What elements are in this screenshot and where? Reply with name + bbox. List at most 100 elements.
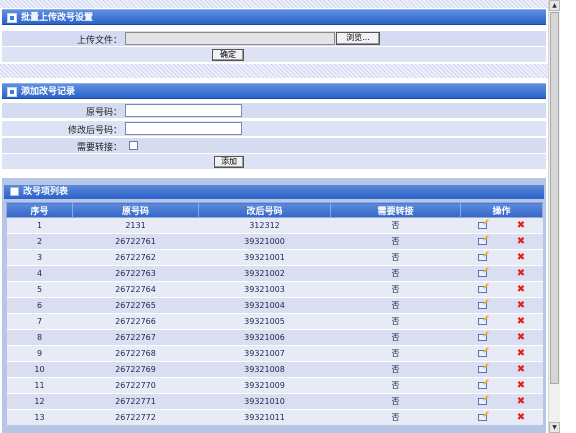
orig-number-label: 原号码： (85, 108, 122, 118)
orig-number-cell: 26722771 (72, 393, 199, 410)
edit-icon[interactable] (477, 253, 489, 262)
need-transfer-cell: 否 (330, 313, 461, 330)
table-row: 9 26722768 39321007 否 ✖ (6, 345, 543, 362)
settings-icon (7, 13, 17, 23)
edit-icon[interactable] (477, 397, 489, 406)
edit-icon[interactable] (477, 301, 489, 310)
table-row: 3 26722762 39321001 否 ✖ (6, 249, 543, 266)
new-number-cell: 39321005 (198, 313, 331, 330)
new-number-cell: 39321004 (198, 297, 331, 314)
action-cell: ✖ (460, 297, 543, 314)
table-row: 8 26722767 39321006 否 ✖ (6, 329, 543, 346)
orig-number-cell: 26722766 (72, 313, 199, 330)
seq-cell: 2 (6, 233, 73, 250)
new-number-cell: 39321009 (198, 377, 331, 394)
need-transfer-cell: 否 (330, 233, 461, 250)
upload-file-input[interactable] (125, 32, 335, 45)
scroll-down-icon[interactable]: ▼ (549, 422, 560, 433)
upload-row: 上传文件： 浏览... (2, 31, 546, 47)
new-number-cell: 39321006 (198, 329, 331, 346)
delete-icon[interactable]: ✖ (517, 364, 525, 375)
delete-icon[interactable]: ✖ (517, 252, 525, 263)
delete-icon[interactable]: ✖ (517, 300, 525, 311)
edit-icon[interactable] (477, 221, 489, 230)
delete-icon[interactable]: ✖ (517, 284, 525, 295)
seq-cell: 9 (6, 345, 73, 362)
edit-icon[interactable] (477, 237, 489, 246)
action-cell: ✖ (460, 265, 543, 282)
orig-number-cell: 26722770 (72, 377, 199, 394)
delete-icon[interactable]: ✖ (517, 396, 525, 407)
scroll-thumb[interactable] (550, 12, 559, 384)
add-record-icon (7, 87, 17, 97)
edit-icon[interactable] (477, 269, 489, 278)
table-header-row: 序号 原号码 改后号码 需要转接 操作 (6, 202, 543, 218)
orig-number-cell: 26722768 (72, 345, 199, 362)
orig-number-cell: 26722762 (72, 249, 199, 266)
seq-cell: 11 (6, 377, 73, 394)
scroll-up-icon[interactable]: ▲ (549, 0, 560, 11)
table-row: 2 26722761 39321000 否 ✖ (6, 233, 543, 250)
list-title: 改号项列表 (23, 187, 69, 197)
new-number-cell: 312312 (198, 217, 331, 234)
delete-icon[interactable]: ✖ (517, 348, 525, 359)
need-transfer-cell: 否 (330, 329, 461, 346)
seq-cell: 8 (6, 329, 73, 346)
table-row: 7 26722766 39321005 否 ✖ (6, 313, 543, 330)
new-number-cell: 39321010 (198, 393, 331, 410)
seq-cell: 4 (6, 265, 73, 282)
col-orig-header: 原号码 (72, 202, 199, 218)
records-table: 序号 原号码 改后号码 需要转接 操作 1 2131 312312 否 ✖ 2 267227… (6, 202, 543, 425)
delete-icon[interactable]: ✖ (517, 236, 525, 247)
seq-cell: 10 (6, 361, 73, 378)
edit-icon[interactable] (477, 285, 489, 294)
edit-icon[interactable] (477, 381, 489, 390)
list-icon (10, 187, 19, 196)
delete-icon[interactable]: ✖ (517, 220, 525, 231)
table-row: 12 26722771 39321010 否 ✖ (6, 393, 543, 410)
table-row: 11 26722770 39321009 否 ✖ (6, 377, 543, 394)
delete-icon[interactable]: ✖ (517, 332, 525, 343)
edit-icon[interactable] (477, 365, 489, 374)
list-title-bar: 改号项列表 (4, 185, 544, 199)
edit-icon[interactable] (477, 349, 489, 358)
seq-cell: 7 (6, 313, 73, 330)
table-row: 5 26722764 39321003 否 ✖ (6, 281, 543, 298)
edit-icon[interactable] (477, 413, 489, 422)
new-number-cell: 39321011 (198, 409, 331, 425)
delete-icon[interactable]: ✖ (517, 316, 525, 327)
confirm-button[interactable]: 确定 (212, 49, 244, 61)
action-cell: ✖ (460, 281, 543, 298)
seq-cell: 1 (6, 217, 73, 234)
new-number-row: 修改后号码： (2, 121, 546, 137)
edit-icon[interactable] (477, 317, 489, 326)
delete-icon[interactable]: ✖ (517, 412, 525, 423)
need-transfer-label: 需要转接： (76, 143, 122, 153)
edit-icon[interactable] (477, 333, 489, 342)
orig-number-cell: 26722772 (72, 409, 199, 425)
orig-number-cell: 26722764 (72, 281, 199, 298)
new-number-cell: 39321008 (198, 361, 331, 378)
need-transfer-cell: 否 (330, 345, 461, 362)
need-transfer-checkbox[interactable] (129, 141, 138, 150)
vertical-scrollbar[interactable]: ▲ ▼ (548, 0, 560, 433)
browse-button[interactable]: 浏览... (336, 32, 380, 45)
need-transfer-cell: 否 (330, 297, 461, 314)
new-number-input[interactable] (125, 122, 242, 135)
need-transfer-row: 需要转接： (2, 138, 546, 154)
add-button[interactable]: 添加 (214, 156, 244, 168)
table-row: 10 26722769 39321008 否 ✖ (6, 361, 543, 378)
action-cell: ✖ (460, 409, 543, 425)
table-row: 1 2131 312312 否 ✖ (6, 217, 543, 234)
orig-number-cell: 26722767 (72, 329, 199, 346)
batch-upload-title-bar: 批量上传改号设置 (2, 9, 546, 25)
delete-icon[interactable]: ✖ (517, 380, 525, 391)
orig-number-input[interactable] (125, 104, 242, 117)
orig-number-cell: 26722761 (72, 233, 199, 250)
table-row: 6 26722765 39321004 否 ✖ (6, 297, 543, 314)
delete-icon[interactable]: ✖ (517, 268, 525, 279)
new-number-cell: 39321000 (198, 233, 331, 250)
need-transfer-cell: 否 (330, 217, 461, 234)
action-cell: ✖ (460, 345, 543, 362)
add-record-title: 添加改号记录 (21, 87, 76, 97)
